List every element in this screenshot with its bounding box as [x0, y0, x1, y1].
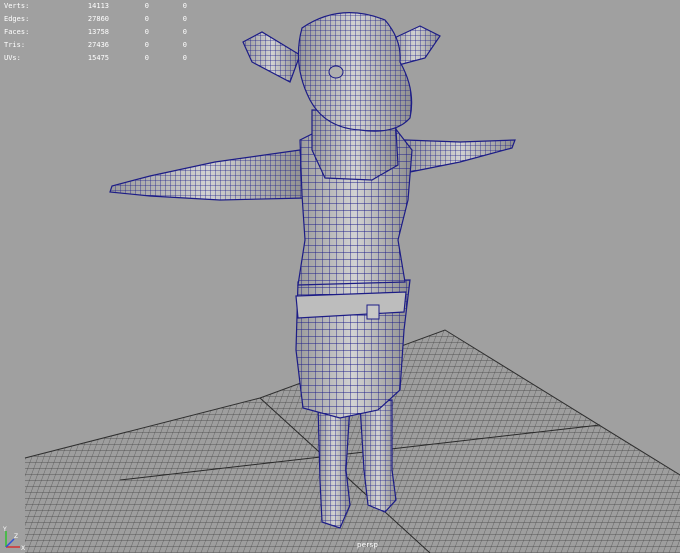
hud-value: 0: [182, 28, 187, 36]
x-axis-label: X: [21, 545, 25, 552]
hud-label: Edges:: [4, 15, 30, 23]
hud-value: 14113: [87, 2, 109, 10]
hud-value: 0: [144, 54, 149, 62]
hud-value: 0: [144, 2, 149, 10]
z-axis-line: [5, 538, 15, 548]
hud-label: UVs:: [4, 54, 21, 62]
hud-value: 0: [182, 2, 187, 10]
poly-count-hud: Verts: 14113 0 0 Edges: 27860 0 0 Faces:…: [4, 0, 187, 65]
hud-value: 0: [182, 15, 187, 23]
hud-row-edges: Edges: 27860 0 0: [4, 13, 187, 26]
hud-label: Verts:: [4, 2, 30, 10]
hud-value: 27860: [87, 15, 109, 23]
hud-row-faces: Faces: 13758 0 0: [4, 26, 187, 39]
y-axis-label: Y: [2, 526, 7, 533]
hud-value: 0: [144, 15, 149, 23]
axis-gizmo-icon: X Y Z: [2, 526, 25, 552]
camera-name-label: persp: [357, 541, 379, 549]
hud-row-verts: Verts: 14113 0 0: [4, 0, 187, 13]
hud-value: 13758: [87, 28, 109, 36]
hud-label: Faces:: [4, 28, 30, 36]
hud-value: 0: [182, 41, 187, 49]
hud-value: 27436: [87, 41, 109, 49]
hud-value: 0: [144, 28, 149, 36]
z-axis-label: Z: [14, 533, 18, 540]
hud-row-tris: Tris: 27436 0 0: [4, 39, 187, 52]
hud-value: 0: [144, 41, 149, 49]
perspective-viewport[interactable]: Verts: 14113 0 0 Edges: 27860 0 0 Faces:…: [0, 0, 680, 553]
scene-canvas[interactable]: [0, 0, 680, 553]
hud-value: 15475: [87, 54, 109, 62]
hud-row-uvs: UVs: 15475 0 0: [4, 52, 187, 65]
hud-value: 0: [182, 54, 187, 62]
hud-label: Tris:: [4, 41, 26, 49]
